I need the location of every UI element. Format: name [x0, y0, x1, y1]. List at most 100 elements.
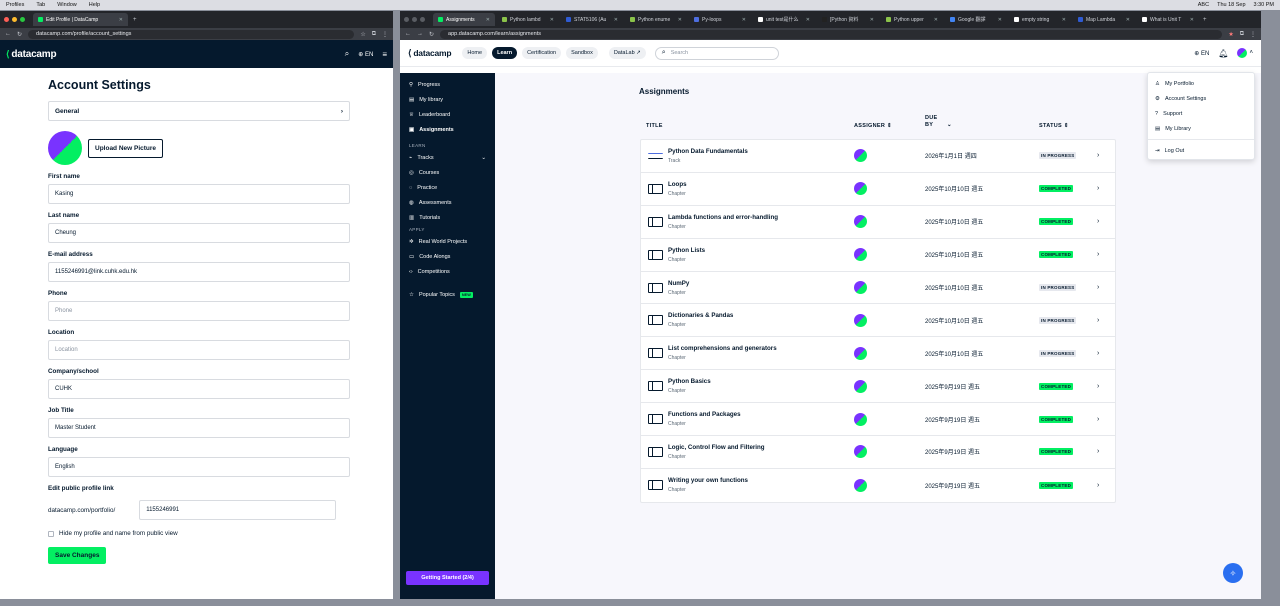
browser-tab[interactable]: Python lambd ✕ [497, 13, 559, 26]
browser-tab[interactable]: Py-loops ✕ [689, 13, 751, 26]
sidebar-item-courses[interactable]: ◎ Courses [400, 165, 495, 180]
language-field[interactable]: English [48, 457, 350, 477]
close-tab-icon[interactable]: ✕ [742, 17, 746, 23]
close-tab-icon[interactable]: ✕ [119, 17, 123, 23]
input-source[interactable]: ABC [1198, 2, 1209, 8]
sidebar-item-assignments[interactable]: ▣ Assignments [400, 122, 495, 137]
browser-tab[interactable]: Python upper ✕ [881, 13, 943, 26]
user-menu[interactable]: ˄ [1237, 48, 1253, 58]
extensions-icon[interactable]: ⧉ [372, 31, 376, 38]
minimize-window-button[interactable] [412, 17, 417, 22]
close-tab-icon[interactable]: ✕ [870, 17, 874, 23]
close-tab-icon[interactable]: ✕ [550, 17, 554, 23]
maximize-window-button[interactable] [20, 17, 25, 22]
nav-learn[interactable]: Learn [492, 47, 518, 59]
table-row[interactable]: Python Data Fundamentals Track 2026年1月1日 週… [641, 140, 1115, 173]
column-status[interactable]: STATUS ⇕ [1039, 123, 1069, 129]
chevron-right-icon[interactable]: › [1097, 350, 1099, 357]
upload-picture-button[interactable]: Upload New Picture [88, 138, 164, 158]
browser-tab[interactable]: What is Unit T ✕ [1137, 13, 1199, 26]
save-changes-button[interactable]: Save Changes [48, 547, 107, 564]
reload-icon[interactable]: ↻ [17, 31, 22, 38]
search-input[interactable]: ⌕ Search [654, 46, 779, 60]
chevron-right-icon[interactable]: › [1097, 284, 1099, 291]
hide-profile-checkbox[interactable] [48, 530, 54, 537]
browser-tab[interactable]: Assignments ✕ [433, 13, 495, 26]
public-link-field[interactable]: 1155246991 [139, 500, 337, 520]
close-window-button[interactable] [404, 17, 409, 22]
close-tab-icon[interactable]: ✕ [1126, 17, 1130, 23]
sidebar-item-code-alongs[interactable]: ▭ Code Alongs [400, 249, 495, 264]
menu-my-library[interactable]: ▤ My Library [1148, 121, 1254, 136]
table-row[interactable]: Loops Chapter 2025年10月10日 週五 COMPLETED › [641, 173, 1115, 206]
forward-icon[interactable]: → [417, 31, 423, 37]
menu-icon[interactable]: ⋮ [1250, 31, 1256, 38]
menu-profiles[interactable]: Profiles [6, 2, 24, 8]
bookmark-star-icon[interactable]: ☆ [360, 31, 365, 38]
sidebar-item-real-world-projects[interactable]: ✲ Real World Projects [400, 234, 495, 249]
reload-icon[interactable]: ↻ [429, 31, 434, 38]
chevron-right-icon[interactable]: › [1097, 317, 1099, 324]
menu-help[interactable]: Help [89, 2, 100, 8]
email-field[interactable]: 1155246991@link.cuhk.edu.hk [48, 262, 350, 282]
table-row[interactable]: Dictionaries & Pandas Chapter 2025年10月10日 … [641, 304, 1115, 338]
table-row[interactable]: NumPy Chapter 2025年10月10日 週五 IN PROGRESS › [641, 272, 1115, 305]
table-row[interactable]: Functions and Packages Chapter 2025年9月19日 … [641, 403, 1115, 437]
menu-icon[interactable]: ⋮ [382, 31, 388, 38]
close-tab-icon[interactable]: ✕ [1190, 17, 1194, 23]
sidebar-item-my-library[interactable]: ▤ My library [400, 92, 495, 107]
table-row[interactable]: Logic, Control Flow and Filtering Chapter… [641, 436, 1115, 469]
close-window-button[interactable] [4, 17, 9, 22]
close-tab-icon[interactable]: ✕ [678, 17, 682, 23]
section-selector[interactable]: General › [48, 101, 350, 121]
sidebar-item-popular-topics[interactable]: ☆ Popular Topics NEW [400, 287, 495, 302]
browser-tab[interactable]: Map Lambda ✕ [1073, 13, 1135, 26]
language-selector[interactable]: ⊕ EN [358, 51, 373, 58]
nav-certification[interactable]: Certification [522, 47, 562, 59]
close-tab-icon[interactable]: ✕ [934, 17, 938, 23]
first-name-field[interactable]: Kasing [48, 184, 350, 204]
table-row[interactable]: Python Basics Chapter 2025年9月19日 週五 COMPLET… [641, 370, 1115, 404]
back-icon[interactable]: ← [5, 31, 11, 37]
minimize-window-button[interactable] [12, 17, 17, 22]
close-tab-icon[interactable]: ✕ [806, 17, 810, 23]
notifications-bell-icon[interactable]: 🔔︎ [1218, 49, 1228, 58]
address-field[interactable]: datacamp.com/profile/account_settings [28, 29, 355, 39]
sidebar-item-tracks[interactable]: ⌁ Tracks ⌄ [400, 150, 495, 165]
sidebar-item-leaderboard[interactable]: ♕ Leaderboard [400, 107, 495, 122]
chevron-right-icon[interactable]: › [1097, 152, 1099, 159]
sidebar-item-progress[interactable]: ⚲ Progress [400, 77, 495, 92]
nav-datalab[interactable]: DataLab ↗ [608, 47, 646, 59]
datacamp-logo[interactable]: ⟨ datacamp [6, 49, 57, 60]
chevron-right-icon[interactable]: › [1097, 416, 1099, 423]
column-due[interactable]: DUE BY ⌄ [925, 115, 952, 129]
sidebar-item-practice[interactable]: ◌ Practice [400, 180, 495, 195]
sidebar-item-assessments[interactable]: ◍ Assessments [400, 195, 495, 210]
browser-tab[interactable]: empty string ✕ [1009, 13, 1071, 26]
table-row[interactable]: Lambda functions and error-handling Chapt… [641, 206, 1115, 239]
close-tab-icon[interactable]: ✕ [614, 17, 618, 23]
sidebar-item-competitions[interactable]: ‹› Competitions [400, 264, 495, 279]
menu-account-settings[interactable]: ⚙ Account Settings [1148, 91, 1254, 106]
new-tab-icon[interactable]: + [1203, 17, 1207, 23]
location-field[interactable]: Location [48, 340, 350, 360]
datacamp-logo[interactable]: ⟨ datacamp [408, 48, 452, 59]
search-icon[interactable]: ⌕ [345, 49, 349, 59]
table-row[interactable]: Python Lists Chapter 2025年10月10日 週五 COMPLET… [641, 239, 1115, 272]
close-tab-icon[interactable]: ✕ [486, 17, 490, 23]
phone-field[interactable]: Phone [48, 301, 350, 321]
chevron-right-icon[interactable]: › [1097, 218, 1099, 225]
browser-tab[interactable]: Python enume ✕ [625, 13, 687, 26]
hamburger-menu-icon[interactable]: ≡ [382, 50, 387, 59]
job-title-field[interactable]: Master Student [48, 418, 350, 438]
company-field[interactable]: CUHK [48, 379, 350, 399]
menu-tab[interactable]: Tab [36, 2, 45, 8]
browser-tab[interactable]: STAT5106 (Au ✕ [561, 13, 623, 26]
getting-started-button[interactable]: Getting Started (2/4) [406, 571, 489, 585]
last-name-field[interactable]: Cheung [48, 223, 350, 243]
sidebar-item-tutorials[interactable]: ▥ Tutorials [400, 210, 495, 225]
tab-edit-profile[interactable]: Edit Profile | DataCamp ✕ [33, 13, 128, 26]
maximize-window-button[interactable] [420, 17, 425, 22]
menu-my-portfolio[interactable]: ♙ My Portfolio [1148, 76, 1254, 91]
back-icon[interactable]: ← [405, 31, 411, 37]
